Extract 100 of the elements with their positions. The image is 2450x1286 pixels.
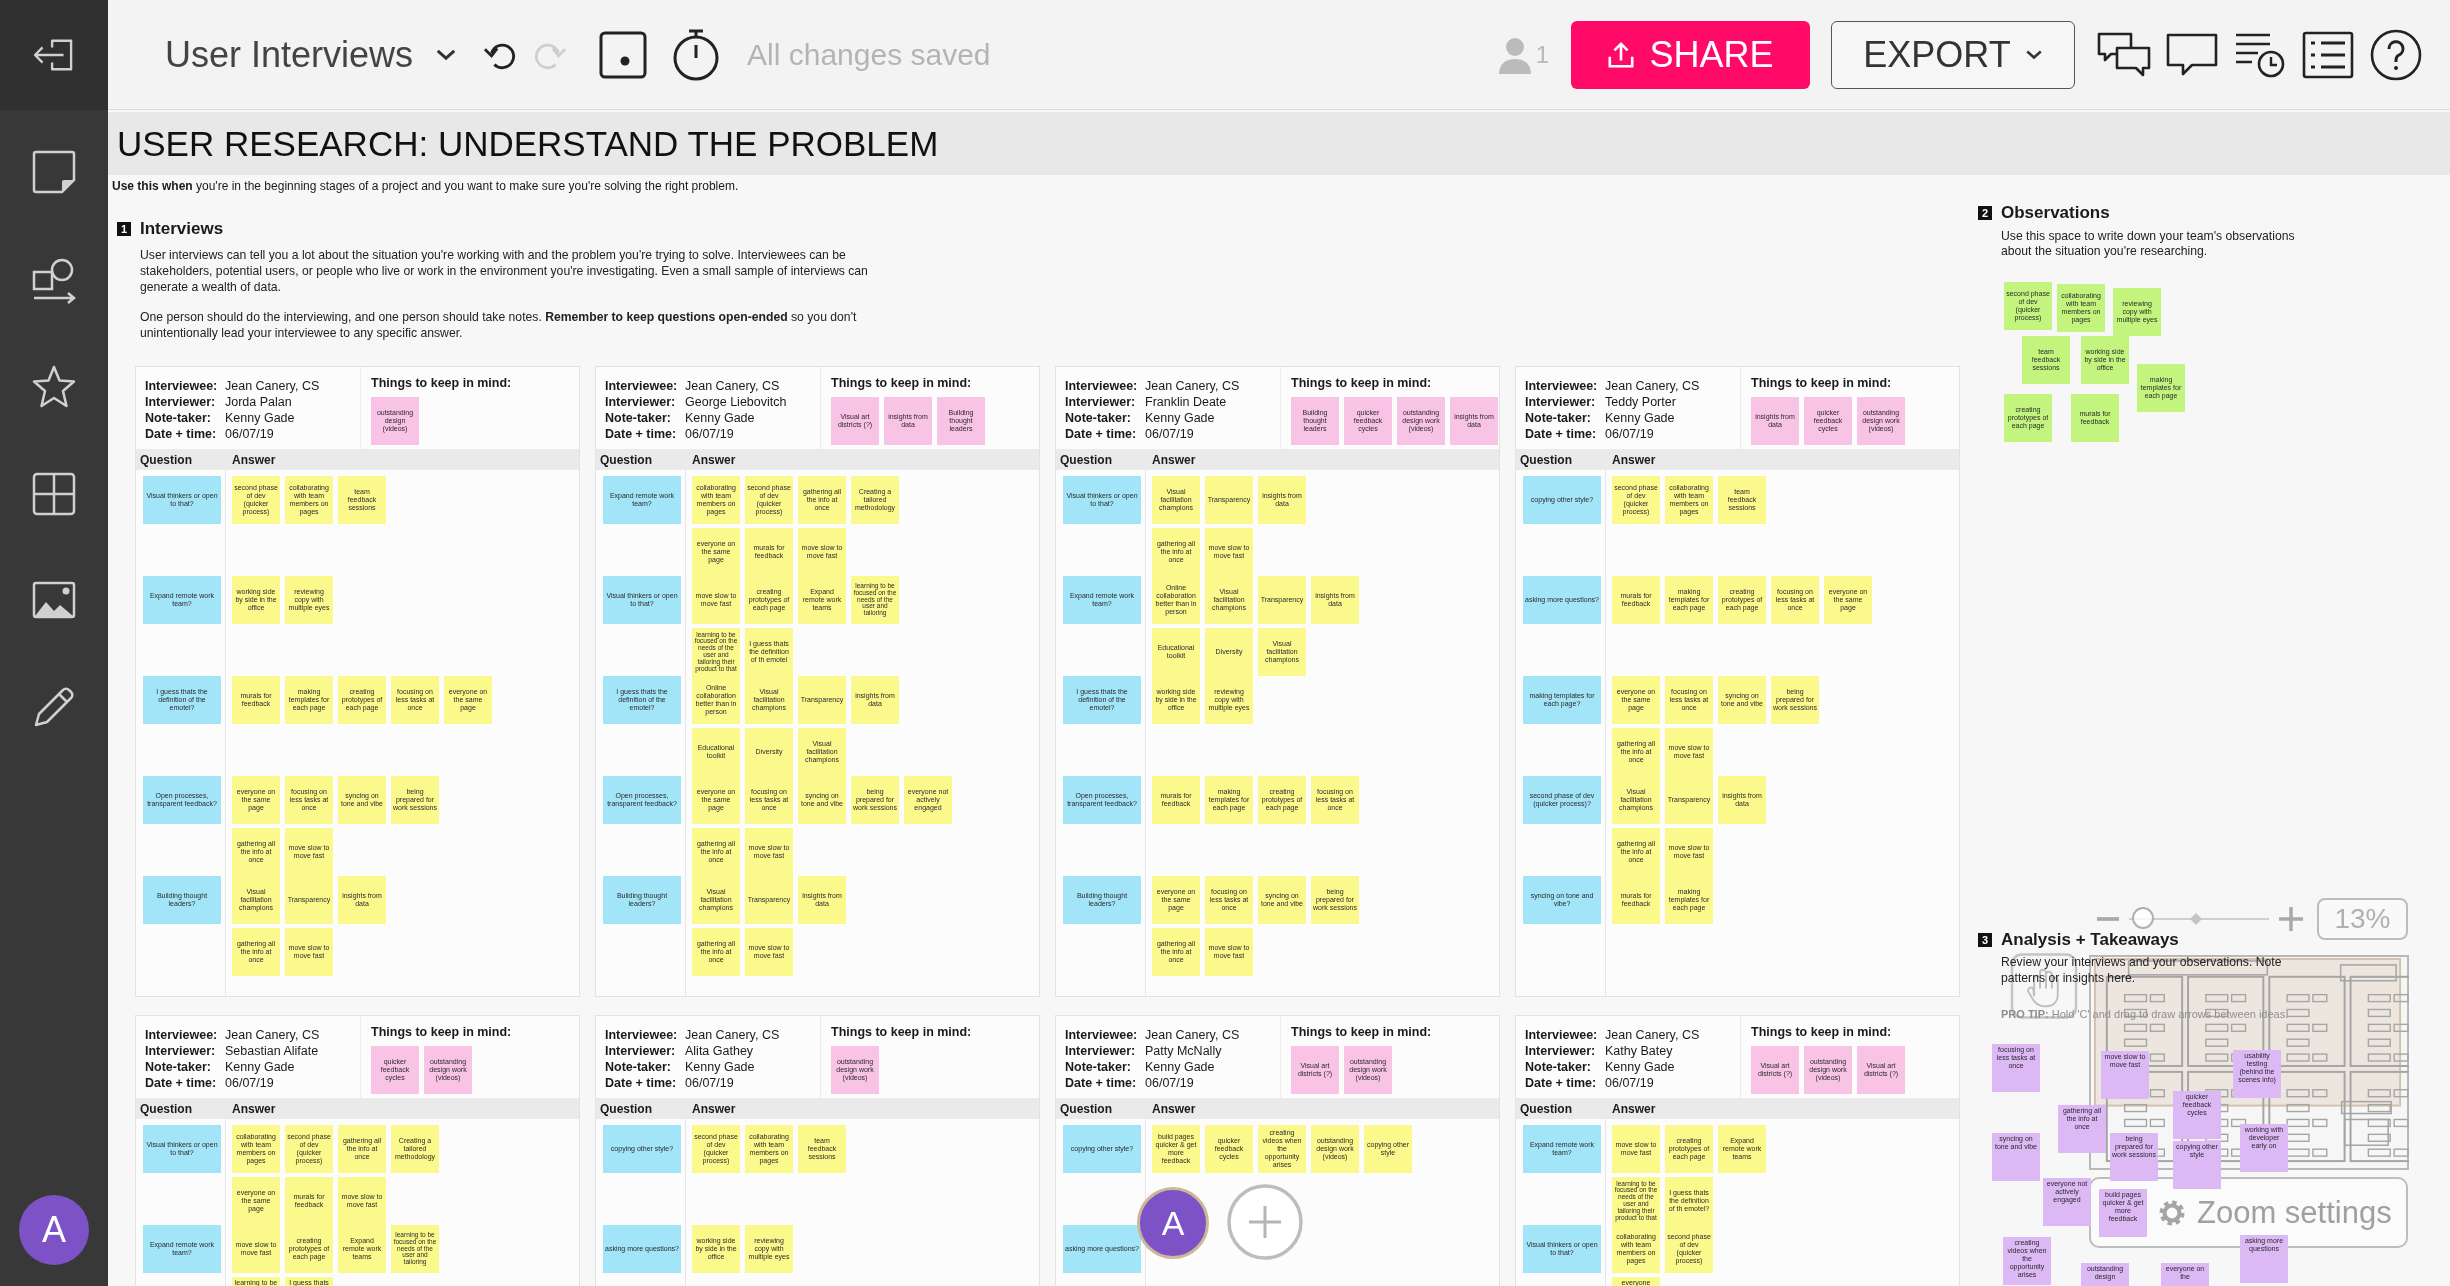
field-label: Interviewer: xyxy=(1525,1043,1597,1059)
field-value: Patty McNally xyxy=(1145,1043,1222,1059)
field-label: Date + time: xyxy=(145,426,218,442)
field-value: Kenny Gade xyxy=(1145,1059,1215,1075)
field-label: Note-taker: xyxy=(145,410,212,426)
field-label: Interviewee: xyxy=(145,378,219,394)
field-label: Note-taker: xyxy=(605,1059,672,1075)
collaborator-count: 1 xyxy=(1535,40,1549,69)
column-header: Answer xyxy=(691,1101,736,1116)
field-label: Interviewee: xyxy=(605,1027,679,1043)
field-label: Date + time: xyxy=(1065,426,1138,442)
star-icon[interactable] xyxy=(30,364,78,410)
section-text: User interviews can tell you a lot about the situation you're working with and the problem you're trying to solve. Interviewees can be stakeholders, potential users, or people who live or work in the environment you're investigating. Even a small sample of interviews can generate a wealth of data. xyxy=(140,247,869,295)
intro-text: Use this when you're in the beginning stages of a project and you want to make sure you're solving the right problem. xyxy=(112,178,740,194)
keep-in-mind-heading: Things to keep in mind: xyxy=(371,376,512,390)
field-label: Interviewee: xyxy=(1065,1027,1139,1043)
column-header: Question xyxy=(139,452,193,467)
column-header: Answer xyxy=(1151,452,1196,467)
keep-in-mind-heading: Things to keep in mind: xyxy=(371,1025,512,1039)
board-name-button[interactable]: User Interviews xyxy=(165,33,458,76)
field-label: Interviewer: xyxy=(1525,394,1597,410)
column-header: Answer xyxy=(231,1101,276,1116)
column-header: Answer xyxy=(691,452,736,467)
section-heading: Observations xyxy=(2001,203,2110,223)
field-label: Interviewee: xyxy=(145,1027,219,1043)
column-header: Answer xyxy=(231,452,276,467)
field-value: Kenny Gade xyxy=(225,410,295,426)
field-label: Date + time: xyxy=(1065,1075,1138,1091)
export-button[interactable]: EXPORT xyxy=(1831,20,2075,89)
keep-in-mind-heading: Things to keep in mind: xyxy=(1751,1025,1892,1039)
column-header: Question xyxy=(1519,1101,1573,1116)
field-value: 06/07/19 xyxy=(225,426,274,442)
field-label: Interviewer: xyxy=(605,394,677,410)
field-value: Kathy Batey xyxy=(1605,1043,1673,1059)
field-value: Jean Canery, CS xyxy=(1145,378,1240,394)
section-number: 3 xyxy=(1978,933,1992,947)
field-value: 06/07/19 xyxy=(1605,426,1654,442)
field-value: Teddy Porter xyxy=(1605,394,1676,410)
keep-in-mind-heading: Things to keep in mind: xyxy=(1751,376,1892,390)
field-value: Kenny Gade xyxy=(1145,410,1215,426)
field-label: Interviewer: xyxy=(1065,394,1137,410)
section-heading: Interviews xyxy=(140,219,224,239)
column-header: Answer xyxy=(1611,1101,1656,1116)
field-value: Jean Canery, CS xyxy=(1145,1027,1240,1043)
section-text: Review your interviews and your observations. Note patterns or insights here. xyxy=(2001,954,2283,986)
field-label: Note-taker: xyxy=(1065,410,1132,426)
column-header: Question xyxy=(1059,1101,1113,1116)
field-label: Note-taker: xyxy=(605,410,672,426)
section-number: 1 xyxy=(117,222,131,236)
field-label: Date + time: xyxy=(605,1075,678,1091)
column-header: Question xyxy=(1059,452,1113,467)
keep-in-mind-heading: Things to keep in mind: xyxy=(831,1025,972,1039)
field-value: Kenny Gade xyxy=(1605,410,1675,426)
help-icon[interactable] xyxy=(2369,27,2423,82)
user-avatar[interactable]: A xyxy=(19,1195,89,1265)
field-label: Date + time: xyxy=(1525,1075,1598,1091)
shapes-icon[interactable] xyxy=(30,256,78,304)
sticky-note-icon[interactable] xyxy=(30,148,78,196)
field-value: George Liebovitch xyxy=(685,394,787,410)
field-label: Note-taker: xyxy=(1065,1059,1132,1075)
column-header: Answer xyxy=(1151,1101,1196,1116)
caret-icon xyxy=(2024,49,2043,60)
grid-icon[interactable] xyxy=(30,470,78,518)
field-value: 06/07/19 xyxy=(1605,1075,1654,1091)
field-label: Interviewee: xyxy=(1525,378,1599,394)
section-text: Use this space to write down your team's observations about the situation you're researching. xyxy=(2001,229,2296,259)
field-value: Sebastian Alifate xyxy=(225,1043,319,1059)
field-value: Jean Canery, CS xyxy=(685,378,780,394)
field-value: Kenny Gade xyxy=(1605,1059,1675,1075)
field-label: Date + time: xyxy=(145,1075,218,1091)
field-label: Note-taker: xyxy=(145,1059,212,1075)
column-header: Question xyxy=(1519,452,1573,467)
field-label: Note-taker: xyxy=(1525,1059,1592,1075)
field-value: 06/07/19 xyxy=(1145,1075,1194,1091)
field-label: Interviewer: xyxy=(605,1043,677,1059)
field-label: Note-taker: xyxy=(1525,410,1592,426)
field-value: Kenny Gade xyxy=(685,1059,755,1075)
column-header: Question xyxy=(599,452,653,467)
field-value: 06/07/19 xyxy=(685,426,734,442)
field-value: Jean Canery, CS xyxy=(685,1027,780,1043)
field-label: Date + time: xyxy=(605,426,678,442)
field-value: Franklin Deate xyxy=(1145,394,1227,410)
field-value: 06/07/19 xyxy=(685,1075,734,1091)
field-value: Kenny Gade xyxy=(685,410,755,426)
field-value: 06/07/19 xyxy=(225,1075,274,1091)
field-label: Interviewee: xyxy=(1525,1027,1599,1043)
field-value: Jean Canery, CS xyxy=(225,378,320,394)
section-number: 2 xyxy=(1978,206,1992,220)
keep-in-mind-heading: Things to keep in mind: xyxy=(1291,376,1432,390)
keep-in-mind-heading: Things to keep in mind: xyxy=(831,376,972,390)
field-value: Jean Canery, CS xyxy=(225,1027,320,1043)
field-label: Interviewer: xyxy=(145,1043,217,1059)
presentation-icon[interactable] xyxy=(599,30,648,79)
share-button[interactable]: SHARE xyxy=(1571,20,1810,89)
section-text: One person should do the interviewing, and one person should take notes. Remember to keep questions open-ended so you don't unintentionally lead your interviewee to any specific answer. xyxy=(140,309,858,341)
list-icon[interactable] xyxy=(2301,29,2355,80)
field-value: Kenny Gade xyxy=(225,1059,295,1075)
field-value: 06/07/19 xyxy=(1145,426,1194,442)
field-label: Interviewer: xyxy=(1065,1043,1137,1059)
section-heading: Analysis + Takeaways xyxy=(2001,930,2179,950)
